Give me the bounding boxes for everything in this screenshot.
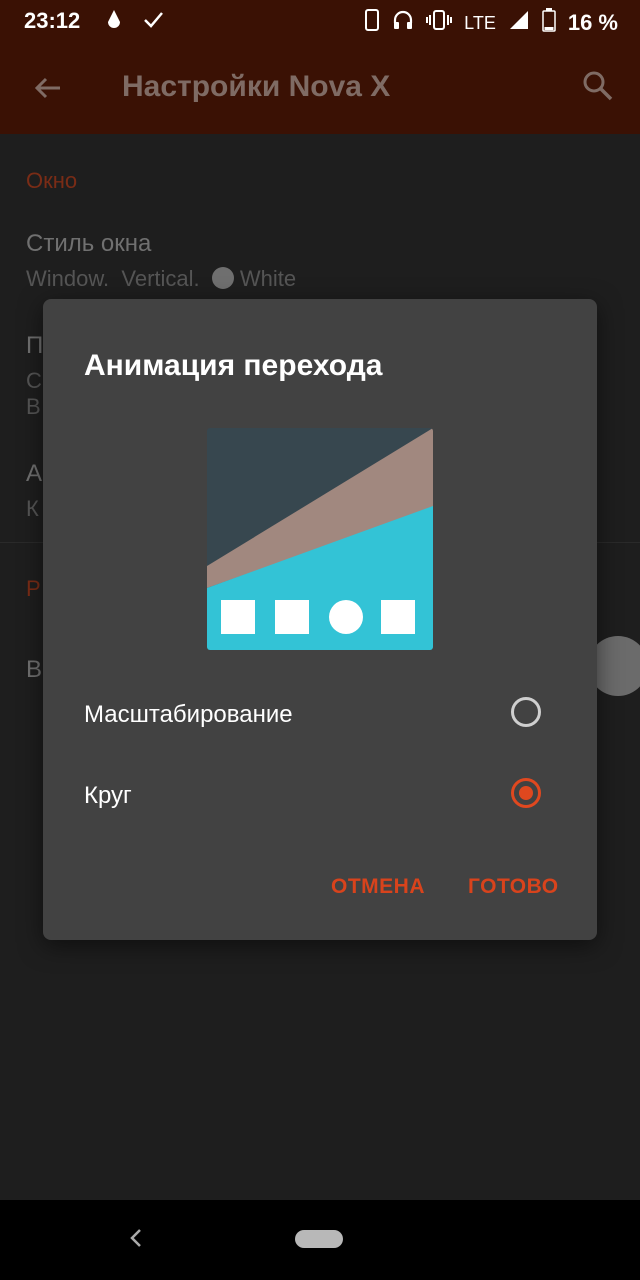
option-circle[interactable]: Круг xyxy=(43,762,597,832)
navigation-bar xyxy=(0,1200,640,1280)
radio-button-unchecked[interactable] xyxy=(511,697,541,727)
nav-back-icon[interactable] xyxy=(128,1226,144,1257)
dialog-title: Анимация перехода xyxy=(84,349,383,382)
done-button[interactable]: ГОТОВО xyxy=(468,875,559,899)
cancel-button[interactable]: ОТМЕНА xyxy=(331,875,425,899)
option-label: Круг xyxy=(84,782,132,809)
transition-animation-dialog: Анимация перехода Масштабирование Круг О… xyxy=(43,299,597,940)
animation-preview-image xyxy=(207,428,433,650)
radio-button-checked[interactable] xyxy=(511,778,541,808)
option-scale[interactable]: Масштабирование xyxy=(43,681,597,751)
nav-home-pill[interactable] xyxy=(295,1230,343,1248)
option-label: Масштабирование xyxy=(84,701,293,728)
